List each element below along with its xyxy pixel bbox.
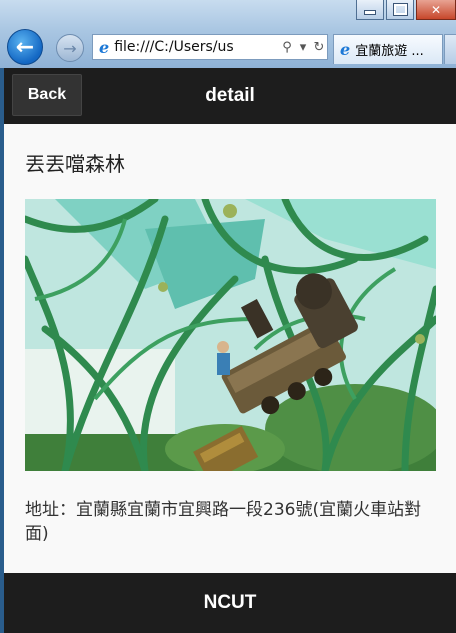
internet-explorer-icon: e bbox=[99, 37, 110, 57]
maximize-button[interactable] bbox=[386, 0, 414, 20]
tab-title: 宜蘭旅遊 ... bbox=[355, 44, 424, 59]
back-arrow-icon: ← bbox=[15, 34, 35, 60]
app-footer: NCUT bbox=[4, 573, 456, 633]
page-viewport: Back detail 丟丟噹森林 地址：宜蘭縣宜蘭市宜興路一段236號(宜蘭火… bbox=[4, 68, 456, 633]
refresh-icon[interactable]: ↻ bbox=[311, 40, 327, 55]
close-window-button[interactable]: ✕ bbox=[416, 0, 456, 20]
browser-back-button[interactable]: ← bbox=[7, 29, 43, 65]
back-button[interactable]: Back bbox=[12, 74, 82, 116]
browser-forward-button[interactable]: → bbox=[56, 34, 84, 62]
dropdown-icon[interactable]: ▾ bbox=[295, 40, 311, 55]
address-text[interactable]: file:///C:/Users/us bbox=[114, 39, 279, 55]
minimize-button[interactable] bbox=[356, 0, 384, 20]
browser-tab[interactable]: e 宜蘭旅遊 ... bbox=[333, 34, 443, 64]
app-header: Back detail bbox=[4, 68, 456, 124]
close-icon: ✕ bbox=[430, 2, 442, 17]
place-photo bbox=[25, 199, 436, 471]
maximize-icon bbox=[392, 3, 408, 16]
tab-ie-icon: e bbox=[340, 40, 351, 59]
place-name: 丟丟噹森林 bbox=[25, 152, 125, 176]
forward-arrow-icon: → bbox=[63, 38, 77, 58]
place-photo-illustration bbox=[25, 199, 436, 471]
browser-chrome: ✕ ← → e file:///C:/Users/us ⚲ ▾ ↻ e 宜蘭旅遊… bbox=[0, 0, 456, 68]
minimize-icon bbox=[364, 10, 376, 15]
window-controls: ✕ bbox=[354, 0, 456, 22]
search-icon[interactable]: ⚲ bbox=[279, 40, 295, 55]
address-bar[interactable]: e file:///C:/Users/us ⚲ ▾ ↻ bbox=[92, 34, 328, 60]
new-tab-button[interactable] bbox=[444, 34, 456, 64]
place-address: 地址：宜蘭縣宜蘭市宜興路一段236號(宜蘭火車站對面) bbox=[25, 500, 422, 544]
